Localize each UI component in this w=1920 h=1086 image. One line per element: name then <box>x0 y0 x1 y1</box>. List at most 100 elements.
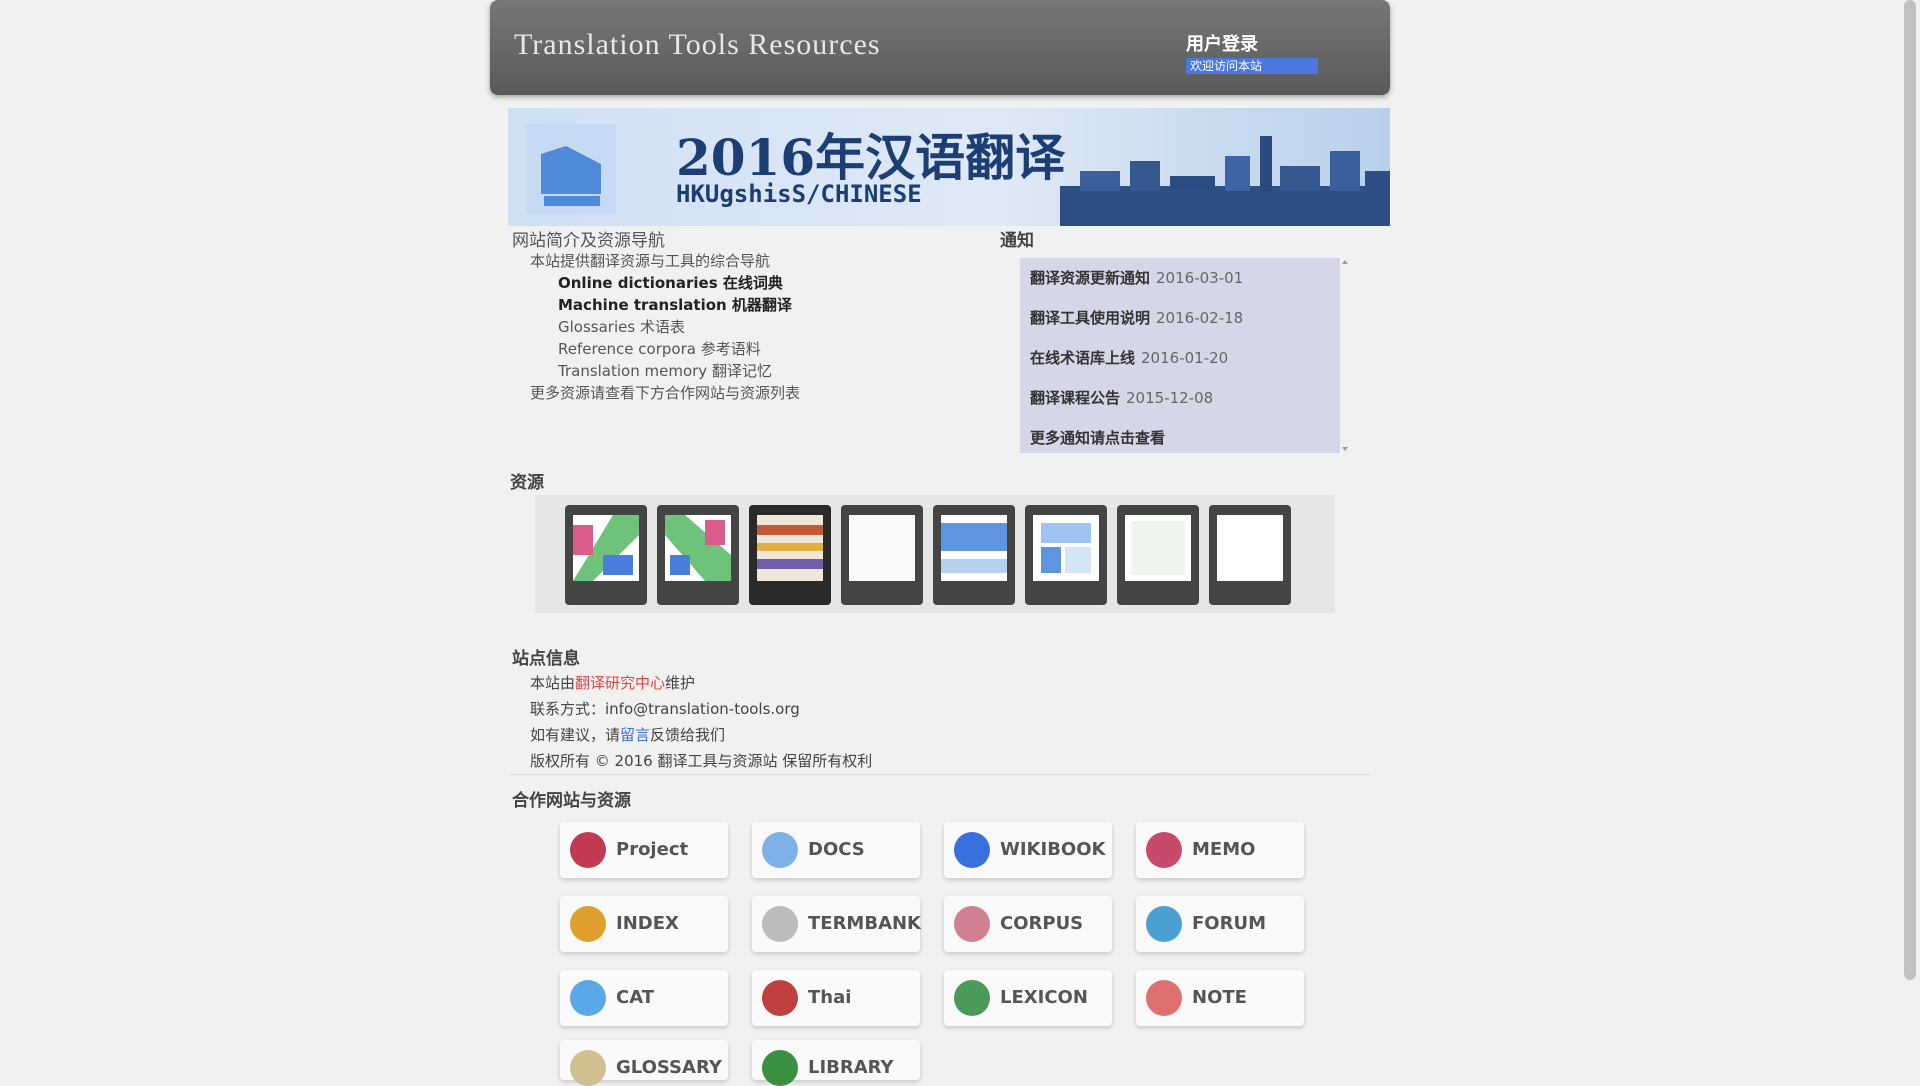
partner-name: LEXICON <box>1000 987 1088 1008</box>
intro-line: 更多资源请查看下方合作网站与资源列表 <box>530 384 801 402</box>
notice-title[interactable]: 翻译资源更新通知 <box>1030 269 1150 287</box>
partner-logo[interactable]: Project <box>560 822 728 878</box>
notice-title[interactable]: 翻译工具使用说明 <box>1030 309 1150 327</box>
info-heading: 站点信息 <box>512 649 580 669</box>
info-line: 联系方式：info@translation-tools.org <box>530 696 1130 722</box>
intro-heading: 网站简介及资源导航 <box>512 231 665 251</box>
login-link[interactable]: 用户登录 <box>1186 30 1258 56</box>
info-highlight[interactable]: 翻译研究中心 <box>575 674 665 692</box>
notice-title[interactable]: 更多通知请点击查看 <box>1030 429 1165 447</box>
partner-icon <box>954 832 990 868</box>
partner-icon <box>762 1050 798 1086</box>
info-text: 联系方式：info@translation-tools.org <box>530 700 800 718</box>
notice-date: 2016-03-01 <box>1156 269 1244 287</box>
partner-name: CAT <box>616 987 655 1008</box>
intro-line[interactable]: Translation memory 翻译记忆 <box>530 360 1070 382</box>
partner-logo[interactable]: GLOSSARY <box>560 1040 728 1086</box>
notice-item[interactable]: 翻译工具使用说明 2016-02-18 <box>1020 298 1340 338</box>
partner-icon <box>570 906 606 942</box>
partner-name: Thai <box>808 987 852 1008</box>
partner-icon <box>570 1050 606 1086</box>
partner-icon <box>762 832 798 868</box>
partner-name: CORPUS <box>1000 913 1084 934</box>
partner-logo[interactable]: INDEX <box>560 896 728 952</box>
partner-icon <box>1146 906 1182 942</box>
partner-name: MEMO <box>1192 839 1256 860</box>
thumbnail-image <box>757 515 823 581</box>
partner-icon <box>570 832 606 868</box>
partner-logo[interactable]: LIBRARY <box>752 1040 920 1086</box>
carousel-thumb[interactable] <box>565 505 647 605</box>
carousel-thumb[interactable] <box>749 505 831 605</box>
partner-logo[interactable]: CORPUS <box>944 896 1112 952</box>
notice-panel: 翻译资源更新通知 2016-03-01 翻译工具使用说明 2016-02-18 在线… <box>1020 258 1340 453</box>
info-text: 本站由 <box>530 674 576 692</box>
carousel-heading: 资源 <box>510 473 544 493</box>
thumbnail-image <box>849 515 915 581</box>
intro-link[interactable]: Online dictionaries 在线词典 <box>558 274 783 292</box>
city-skyline-image <box>1060 136 1390 226</box>
notice-item[interactable]: 更多通知请点击查看 <box>1020 418 1340 458</box>
info-list: 本站由翻译研究中心维护 联系方式：info@translation-tools.… <box>530 670 1130 774</box>
carousel-thumb[interactable] <box>657 505 739 605</box>
partner-icon <box>1146 980 1182 1016</box>
carousel-thumb[interactable] <box>933 505 1015 605</box>
notice-heading: 通知 <box>1000 231 1034 251</box>
intro-line[interactable]: Online dictionaries 在线词典 <box>530 272 1070 294</box>
info-line: 本站由翻译研究中心维护 <box>530 670 1130 696</box>
notice-date: 2016-01-20 <box>1141 349 1229 367</box>
carousel-thumb[interactable] <box>1117 505 1199 605</box>
thumbnail-image <box>1217 515 1283 581</box>
info-text: 反馈给我们 <box>650 726 726 744</box>
notice-title[interactable]: 翻译课程公告 <box>1030 389 1120 407</box>
page: Translation Tools Resources 用户登录 欢迎访问本站 … <box>490 0 1390 1086</box>
partner-icon <box>954 906 990 942</box>
partner-name: LIBRARY <box>808 1057 894 1078</box>
partner-logo[interactable]: LEXICON <box>944 970 1112 1026</box>
partner-logo[interactable]: CAT <box>560 970 728 1026</box>
notice-date: 2016-02-18 <box>1156 309 1244 327</box>
partner-icon <box>762 906 798 942</box>
intro-line[interactable]: Reference corpora 参考语料 <box>530 338 1070 360</box>
page-scrollbar[interactable] <box>1902 0 1920 1080</box>
carousel-thumb[interactable] <box>1209 505 1291 605</box>
resource-carousel <box>535 495 1335 613</box>
notice-item[interactable]: 在线术语库上线 2016-01-20 <box>1020 338 1340 378</box>
carousel-thumb[interactable] <box>841 505 923 605</box>
partner-logo[interactable]: WIKIBOOK <box>944 822 1112 878</box>
site-title[interactable]: Translation Tools Resources <box>514 28 881 62</box>
header-bar: Translation Tools Resources 用户登录 欢迎访问本站 <box>490 0 1390 95</box>
section-divider <box>510 774 1370 775</box>
copyright-text: 版权所有 © 2016 翻译工具与资源站 保留所有权利 <box>530 752 873 770</box>
partner-name: TERMBANK <box>808 913 922 934</box>
thumbnail-image <box>573 515 639 581</box>
notice-scrollbar[interactable] <box>1340 258 1350 453</box>
intro-line[interactable]: Glossaries 术语表 <box>530 316 1070 338</box>
notice-item[interactable]: 翻译课程公告 2015-12-08 <box>1020 378 1340 418</box>
carousel-thumb[interactable] <box>1025 505 1107 605</box>
scrollbar-thumb[interactable] <box>1904 0 1916 980</box>
notice-item[interactable]: 翻译资源更新通知 2016-03-01 <box>1020 258 1340 298</box>
feedback-link[interactable]: 留言 <box>620 726 650 744</box>
partner-name: Project <box>616 839 689 860</box>
intro-list: 本站提供翻译资源与工具的综合导航 Online dictionaries 在线词… <box>530 250 1070 404</box>
thumbnail-image <box>941 515 1007 581</box>
partner-logo[interactable]: DOCS <box>752 822 920 878</box>
intro-link[interactable]: Machine translation 机器翻译 <box>558 296 792 314</box>
partner-icon <box>762 980 798 1016</box>
partner-name: DOCS <box>808 839 865 860</box>
intro-line[interactable]: Machine translation 机器翻译 <box>530 294 1070 316</box>
notice-date: 2015-12-08 <box>1126 389 1214 407</box>
partner-name: WIKIBOOK <box>1000 839 1106 860</box>
thumbnail-image <box>665 515 731 581</box>
notice-title[interactable]: 在线术语库上线 <box>1030 349 1135 367</box>
welcome-link[interactable]: 欢迎访问本站 <box>1186 58 1318 74</box>
partner-logo[interactable]: NOTE <box>1136 970 1304 1026</box>
info-text: 维护 <box>665 674 696 692</box>
partner-icon <box>954 980 990 1016</box>
partner-logo[interactable]: Thai <box>752 970 920 1026</box>
info-text: 如有建议，请 <box>530 726 621 744</box>
partner-logo[interactable]: TERMBANK <box>752 896 922 952</box>
partner-logo[interactable]: MEMO <box>1136 822 1304 878</box>
partner-logo[interactable]: FORUM <box>1136 896 1304 952</box>
